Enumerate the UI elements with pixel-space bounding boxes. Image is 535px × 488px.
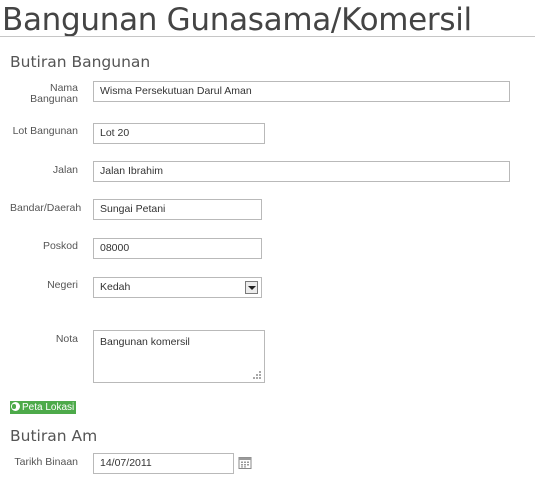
lot-bangunan-input[interactable]: Lot 20 (93, 123, 265, 144)
nota-textarea[interactable]: Bangunan komersil (93, 330, 265, 383)
section-heading-butiran-am: Butiran Am (10, 427, 98, 445)
nota-text: Bangunan komersil (100, 336, 190, 348)
jalan-input[interactable]: Jalan Ibrahim (93, 161, 510, 182)
peta-lokasi-button[interactable]: Peta Lokasi (10, 401, 77, 414)
tarikh-binaan-label: Tarikh Binaan (14, 456, 78, 468)
nama-bangunan-label: Nama Bangunan (10, 83, 78, 105)
nama-bangunan-input[interactable]: Wisma Persekutuan Darul Aman (93, 81, 510, 102)
calendar-icon[interactable] (237, 455, 253, 471)
resize-grip-icon[interactable] (253, 371, 261, 379)
lot-bangunan-label: Lot Bangunan (12, 125, 78, 137)
page-title: Bangunan Gunasama/Komersil (2, 2, 472, 38)
negeri-label: Negeri (47, 279, 78, 291)
bandar-daerah-label: Bandar/Daerah (10, 202, 82, 214)
poskod-label: Poskod (42, 240, 78, 252)
chevron-down-icon[interactable] (245, 281, 258, 294)
globe-icon (11, 402, 20, 411)
nota-label: Nota (55, 333, 78, 345)
bandar-daerah-input[interactable]: Sungai Petani (93, 199, 262, 220)
negeri-select[interactable]: Kedah (93, 277, 262, 298)
peta-lokasi-label: Peta Lokasi (22, 402, 75, 413)
poskod-input[interactable]: 08000 (93, 238, 262, 259)
jalan-label: Jalan (52, 164, 78, 176)
title-divider (0, 36, 535, 37)
tarikh-binaan-input[interactable]: 14/07/2011 (93, 453, 234, 474)
section-heading-butiran-bangunan: Butiran Bangunan (10, 53, 151, 71)
negeri-selected-value: Kedah (100, 281, 131, 293)
nama-bangunan-label-line2: Bangunan (30, 93, 78, 105)
